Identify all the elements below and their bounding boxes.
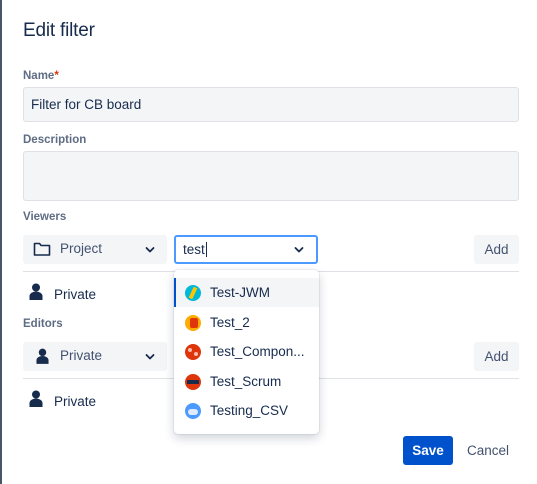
cancel-label: Cancel: [466, 443, 510, 458]
project-avatar-components-icon: [185, 343, 201, 360]
dropdown-option-label: Testing_CSV: [210, 403, 289, 418]
cancel-button[interactable]: Cancel: [462, 436, 514, 465]
name-field-value: Filter for CB board: [31, 97, 142, 112]
chevron-down-icon: [294, 246, 304, 252]
person-icon: [29, 390, 43, 407]
dropdown-option-label: Test_Compon...: [210, 344, 305, 359]
editors-add-button[interactable]: Add: [474, 342, 519, 371]
viewers-search-value: test: [183, 242, 205, 257]
name-label: Name*: [23, 70, 59, 82]
dropdown-option-test-scrum[interactable]: Test_Scrum: [174, 367, 319, 396]
viewers-type-select[interactable]: Project: [23, 235, 167, 264]
dropdown-option-testing-csv[interactable]: Testing_CSV: [174, 396, 319, 425]
project-avatar-test2-icon: [185, 314, 201, 331]
dropdown-option-label: Test_Scrum: [210, 374, 282, 389]
editors-label: Editors: [23, 318, 63, 330]
project-avatar-csv-icon: [185, 402, 201, 419]
description-label: Description: [23, 134, 87, 146]
chevron-down-icon: [145, 353, 155, 359]
viewers-type-value: Project: [60, 241, 103, 256]
name-label-text: Name: [23, 70, 55, 82]
person-icon: [29, 283, 43, 300]
project-avatar-jwm-icon: [185, 284, 201, 301]
dialog-title: Edit filter: [23, 20, 95, 41]
name-field[interactable]: Filter for CB board: [23, 87, 519, 122]
dropdown-option-test-2[interactable]: Test_2: [174, 308, 319, 337]
editors-type-value: Private: [60, 348, 103, 363]
viewers-label: Viewers: [23, 211, 67, 223]
dropdown-option-label: Test_2: [210, 315, 250, 330]
save-label: Save: [412, 443, 444, 458]
project-dropdown-menu: Test-JWM Test_2 Test_Compon... Test_Scru…: [174, 270, 319, 434]
text-caret: [205, 242, 207, 257]
viewers-project-search[interactable]: test: [174, 235, 318, 264]
editors-private-row: Private: [23, 389, 173, 413]
dropdown-option-label: Test-JWM: [210, 285, 270, 300]
viewers-private-row: Private: [23, 282, 173, 306]
dropdown-option-test-components[interactable]: Test_Compon...: [174, 337, 319, 366]
viewers-add-button[interactable]: Add: [474, 235, 519, 264]
description-field[interactable]: [23, 151, 519, 201]
chevron-down-icon: [145, 246, 155, 252]
editors-type-select[interactable]: Private: [23, 342, 167, 371]
window-edge: [0, 0, 2, 484]
save-button[interactable]: Save: [403, 436, 453, 465]
required-marker: *: [54, 70, 59, 82]
folder-icon: [33, 242, 51, 256]
viewers-add-label: Add: [484, 242, 509, 257]
project-avatar-scrum-icon: [185, 373, 201, 390]
dropdown-option-test-jwm[interactable]: Test-JWM: [174, 278, 319, 307]
viewers-current-label: Private: [54, 287, 97, 302]
person-icon: [36, 348, 49, 364]
editors-add-label: Add: [484, 349, 509, 364]
editors-current-label: Private: [54, 394, 97, 409]
